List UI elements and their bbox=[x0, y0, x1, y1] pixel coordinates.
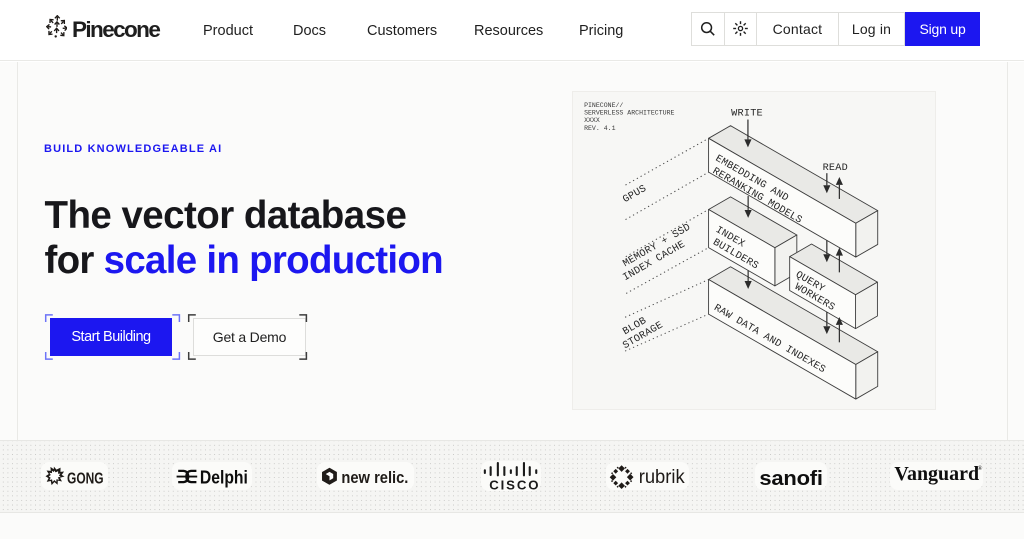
svg-text:new relic.: new relic. bbox=[341, 468, 408, 487]
svg-text:Vanguard: Vanguard bbox=[894, 464, 979, 485]
svg-text:READ: READ bbox=[823, 162, 848, 174]
svg-text:GPUS: GPUS bbox=[621, 183, 649, 206]
svg-text:WRITE: WRITE bbox=[731, 107, 763, 119]
svg-text:CISCO: CISCO bbox=[489, 477, 538, 491]
svg-text:Delphi: Delphi bbox=[200, 466, 248, 487]
svg-text:PINECONE//: PINECONE// bbox=[584, 102, 623, 109]
svg-text:®: ® bbox=[978, 465, 983, 472]
svg-text:sanofi: sanofi bbox=[759, 468, 822, 490]
svg-text:GONG: GONG bbox=[67, 470, 104, 487]
svg-text:rubrik: rubrik bbox=[639, 467, 685, 488]
svg-text:SERVERLESS ARCHITECTURE: SERVERLESS ARCHITECTURE bbox=[584, 110, 674, 117]
svg-text:REV. 4.1: REV. 4.1 bbox=[584, 125, 616, 132]
svg-text:XXXX: XXXX bbox=[584, 117, 600, 124]
